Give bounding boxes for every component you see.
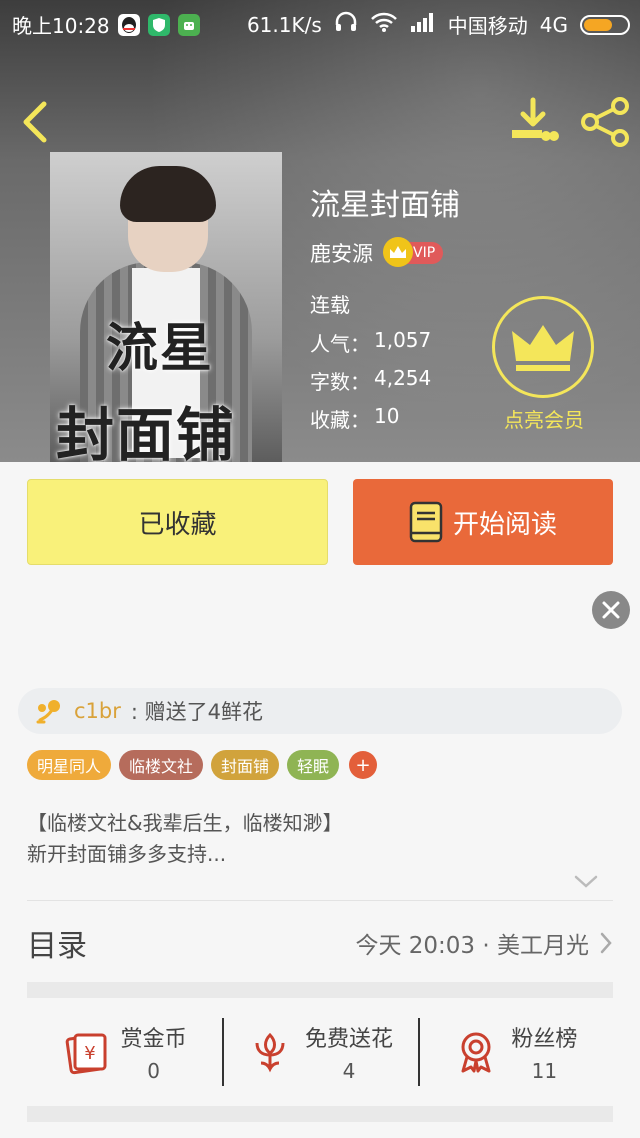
chevron-right-icon [600,932,612,954]
close-button[interactable] [592,591,630,629]
favorites-stat: 收藏： 10 [310,404,399,433]
book-description[interactable]: 【临楼文社&我辈后生，临楼知渺】 新开封面铺多多支持... [27,808,607,870]
free-flowers-value: 4 [342,1059,356,1083]
start-reading-button[interactable]: 开始阅读 [353,479,613,565]
reward-coins-item[interactable]: ¥ 赏金币 0 [27,1014,222,1090]
catalog-latest: 今天 20:03 · 美工月光 [355,926,613,960]
reward-coin-icon: ¥ [65,1033,107,1075]
popularity-label: 人气： [310,332,370,356]
chevron-left-icon [23,101,47,143]
catalog-title: 目录 [27,929,87,964]
share-button[interactable] [578,96,632,148]
favorited-button[interactable]: 已收藏 [27,479,328,565]
section-separator [27,982,613,998]
gift-user[interactable]: c1br [74,699,121,723]
word-count-value: 4,254 [374,366,432,390]
member-label: 点亮会员 [504,408,584,432]
fan-ranking-label: 粉丝榜 [511,1027,578,1052]
share-icon [581,97,629,147]
headphones-icon [334,11,358,38]
carrier-name: 中国移动 [447,14,528,38]
download-button[interactable] [506,96,560,148]
start-reading-label: 开始阅读 [452,509,557,540]
tag-list: 明星同人 临楼文社 封面铺 轻眠 + [27,750,378,780]
reward-coins-value: 0 [147,1059,161,1083]
tag-item[interactable]: 封面铺 [211,750,280,780]
catalog-latest-text: 今天 20:03 · 美工月光 [355,933,589,959]
word-count-label: 字数： [310,370,370,394]
shield-app-icon [147,13,170,36]
close-icon [602,601,620,619]
svg-text:¥: ¥ [84,1043,95,1064]
qq-icon [117,13,140,36]
vip-badge: VIP [383,237,444,267]
vip-label: VIP [413,245,436,261]
network-speed: 61.1K/s [246,12,322,37]
chevron-down-icon[interactable] [573,873,599,891]
add-tag-button[interactable]: + [349,751,378,779]
description-line1: 【临楼文社&我辈后生，临楼知渺】 [27,811,343,835]
signal-icon [410,11,436,38]
back-button[interactable] [16,98,56,146]
book-hero: 晚上10:28 61.1K/s 中国移动 4G 流星 封面铺 流星封面铺 鹿安源… [0,0,640,462]
description-line2: 新开封面铺多多支持... [27,842,227,866]
status-bar: 晚上10:28 61.1K/s 中国移动 4G [0,0,640,46]
favorites-value: 10 [374,404,400,428]
tag-item[interactable]: 轻眠 [287,750,340,780]
crown-icon [383,237,413,267]
member-crown-circle [492,296,594,398]
cover-figure-hair [120,166,216,222]
favorites-label: 收藏： [310,408,370,432]
popularity-stat: 人气： 1,057 [310,328,431,357]
section-separator [27,1106,613,1122]
reward-coins-label: 赏金币 [120,1027,187,1052]
member-button[interactable]: 点亮会员 [492,296,596,436]
tag-item[interactable]: 明星同人 [27,750,112,780]
tag-item[interactable]: 临楼文社 [119,750,204,780]
cover-title-line1: 流星 [106,318,215,379]
divider [27,900,613,901]
download-icon [512,97,559,141]
free-flowers-item[interactable]: 免费送花 4 [222,1014,417,1090]
author-name[interactable]: 鹿安源 [310,238,373,268]
medal-icon [461,1032,491,1073]
serial-status: 连载 [310,293,350,317]
favorited-label: 已收藏 [138,509,217,540]
catalog-row[interactable]: 目录 今天 20:03 · 美工月光 [27,920,613,966]
fan-ranking-item[interactable]: 粉丝榜 11 [417,1014,613,1090]
status-time: 晚上10:28 [12,14,110,38]
gift-text: : 赠送了4鲜花 [130,700,263,724]
cover-title-line2: 封面铺 [56,401,237,462]
android-app-icon [177,13,200,36]
wifi-icon [370,11,398,38]
flower-bouquet-icon [36,700,60,724]
author-row: 鹿安源 VIP [310,237,444,268]
book-cover[interactable]: 流星 封面铺 [50,152,282,462]
popularity-value: 1,057 [374,328,432,352]
book-title: 流星封面铺 [310,188,460,223]
free-flowers-label: 免费送花 [304,1027,393,1052]
network-type: 4G [539,12,568,37]
crown-icon [512,325,574,371]
book-icon [409,501,443,543]
battery-icon [580,14,630,35]
bottom-stats: ¥ 赏金币 0 免费送花 4 粉丝榜 11 [27,1014,613,1090]
word-count-stat: 字数： 4,254 [310,366,431,395]
fan-ranking-value: 11 [531,1059,558,1083]
gift-notice[interactable]: c1br : 赠送了4鲜花 [18,688,622,734]
flower-icon [255,1032,285,1073]
